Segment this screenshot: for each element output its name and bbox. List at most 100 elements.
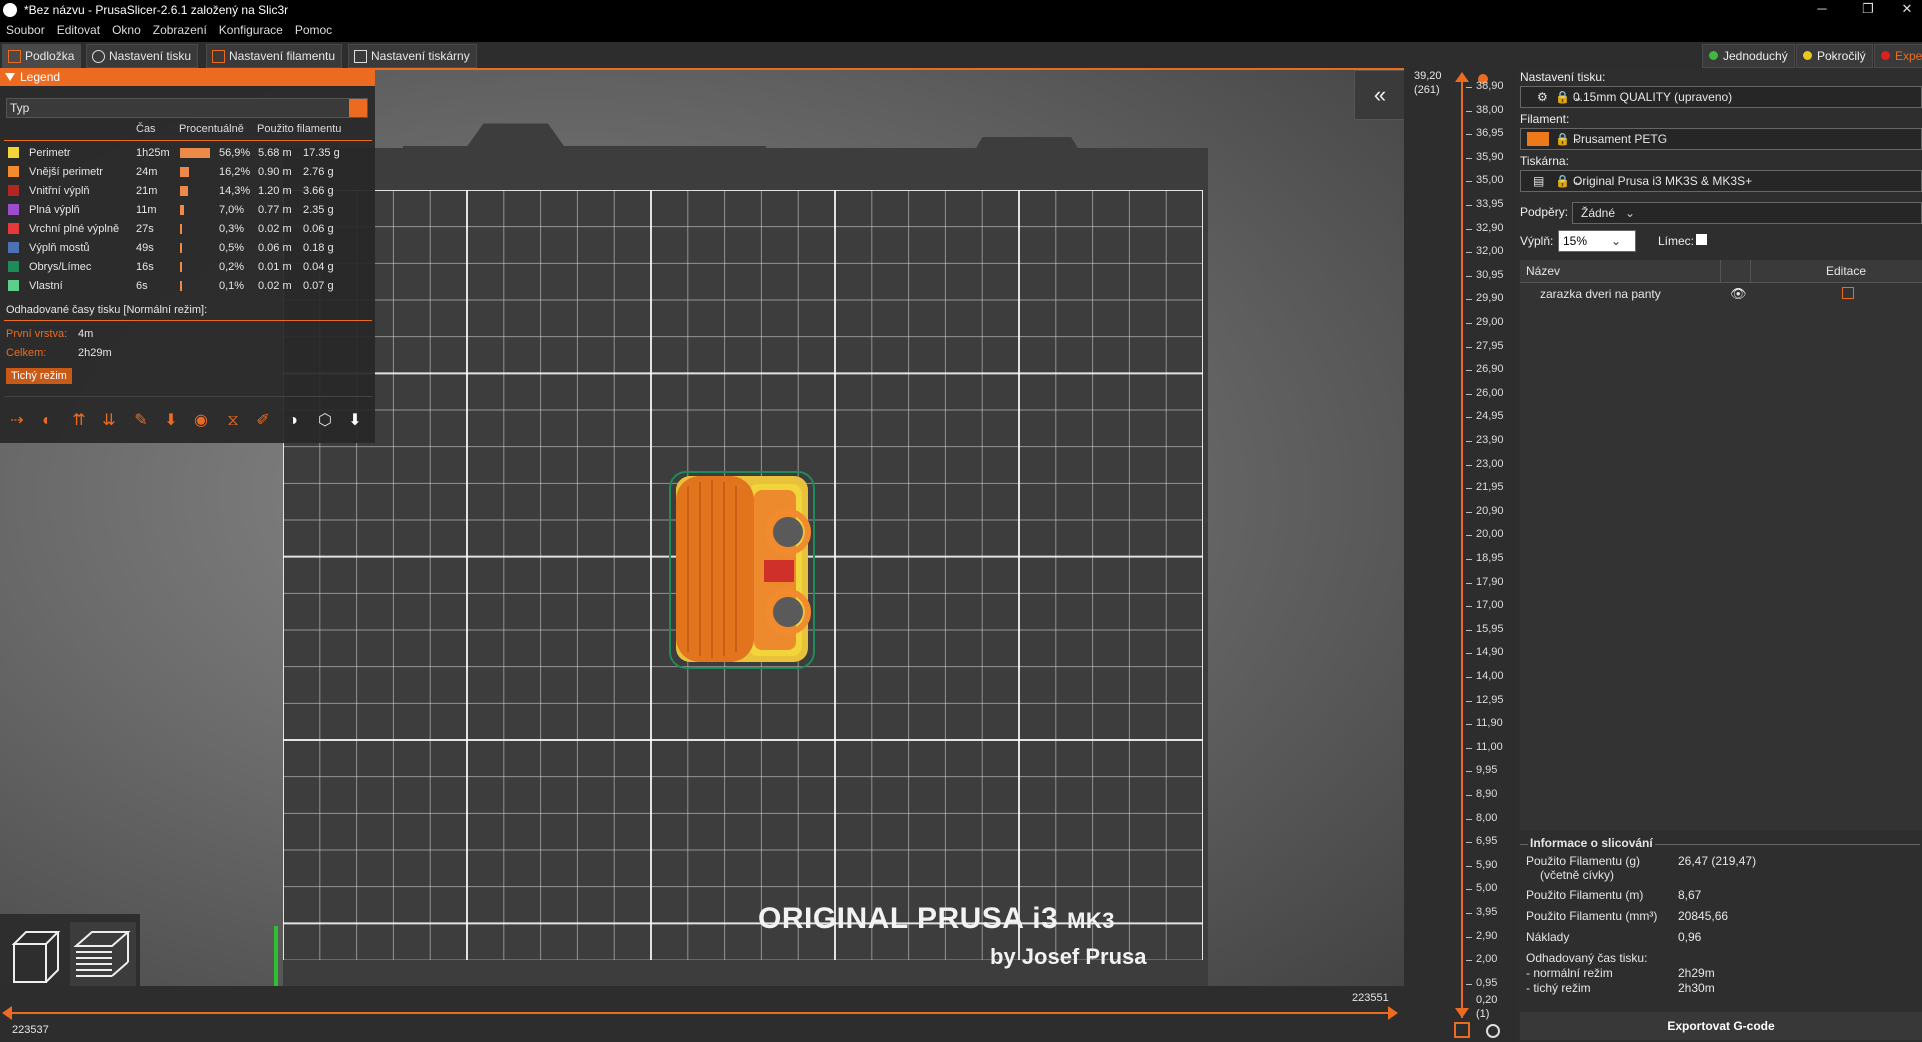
- chevron-down-icon: ⌄: [1611, 234, 1622, 248]
- legend-row-time: 6s: [136, 280, 148, 292]
- close-button[interactable]: ✕: [1892, 1, 1922, 19]
- layer-tick-label: 20,00: [1476, 528, 1504, 541]
- color-changes-icon[interactable]: ◉: [190, 410, 212, 432]
- info-value: 20845,66: [1678, 909, 1729, 923]
- wipe-icon[interactable]: ◐: [36, 410, 58, 432]
- color-swatch: [8, 166, 19, 177]
- lock-icon[interactable]: [1454, 1022, 1470, 1038]
- info-label: Odhadovaný čas tisku:: [1526, 951, 1648, 965]
- pause-prints-icon[interactable]: ⧖: [222, 410, 244, 432]
- layer-tick-label: 3,95: [1476, 906, 1498, 918]
- layer-tick: [1466, 134, 1472, 136]
- menu-help[interactable]: Pomoc: [289, 20, 338, 40]
- cog-icon[interactable]: [1486, 1024, 1500, 1038]
- layer-tick: [1466, 677, 1472, 678]
- legend-row[interactable]: Vnější perimetr 24m 16,2% 0.90 m 2.76 g: [0, 163, 375, 182]
- layer-tick-label: 17,00: [1476, 599, 1504, 612]
- center-of-gravity-icon[interactable]: ◑: [282, 410, 304, 432]
- lower-thumb[interactable]: [1455, 1008, 1469, 1018]
- preview-layers-icon[interactable]: [70, 922, 136, 986]
- tab-printer-settings[interactable]: Nastavení tiskárny: [348, 44, 477, 68]
- layer-tick-label: 38,90: [1476, 80, 1504, 92]
- list-item[interactable]: zarazka dveri na panty 👁: [1520, 284, 1922, 304]
- col-time: Čas: [136, 123, 156, 135]
- left-thumb[interactable]: [2, 1006, 12, 1020]
- tab-print-settings[interactable]: Nastavení tisku: [86, 44, 199, 68]
- layer-tick-label: 12,95: [1476, 693, 1504, 706]
- legend-row[interactable]: Vrchní plné výplně 27s 0,3% 0.02 m 0.06 g: [0, 220, 375, 239]
- export-gcode-button[interactable]: Exportovat G-code: [1520, 1012, 1922, 1040]
- retractions-icon[interactable]: ⇈: [68, 410, 90, 432]
- move-slider[interactable]: 223537 223551: [0, 986, 1404, 1042]
- sliced-object-toolpath[interactable]: [668, 470, 818, 670]
- first-layer-label: První vrstva:: [6, 328, 68, 340]
- view-switch-panel: [0, 914, 140, 990]
- tool-marker-icon[interactable]: ⬇: [344, 410, 366, 432]
- layer-slider-track[interactable]: [1461, 78, 1463, 1018]
- layer-tick: [1466, 960, 1472, 962]
- shells-icon[interactable]: ⬡: [314, 410, 336, 432]
- printer-label: Tiskárna:: [1520, 154, 1569, 168]
- eye-icon[interactable]: 👁: [1730, 286, 1747, 302]
- legend-row[interactable]: Plná výplň 11m 7,0% 0.77 m 2.35 g: [0, 201, 375, 220]
- legend-row[interactable]: Vlastní 6s 0,1% 0.02 m 0.07 g: [0, 277, 375, 296]
- upper-thumb[interactable]: [1455, 72, 1469, 82]
- printer-combo[interactable]: ▤ 🔒 Original Prusa i3 MK3S & MK3S+ ⌄: [1520, 170, 1922, 192]
- menu-window[interactable]: Okno: [106, 20, 147, 40]
- tab-filament-settings[interactable]: Nastavení filamentu: [206, 44, 343, 68]
- mode-advanced-button[interactable]: Pokročilý: [1796, 44, 1873, 68]
- brim-checkbox[interactable]: [1696, 234, 1707, 245]
- legend-row[interactable]: Obrys/Límec 16s 0,2% 0.01 m 0.04 g: [0, 258, 375, 277]
- layer-tick-label: 14,00: [1476, 670, 1504, 682]
- move-slider-track[interactable]: [8, 1012, 1396, 1014]
- edit-settings-icon[interactable]: [1842, 287, 1854, 299]
- info-value: 0,96: [1678, 930, 1702, 944]
- quiet-mode-button[interactable]: Tichý režim: [6, 368, 72, 384]
- view-type-select[interactable]: Typ: [6, 98, 368, 118]
- spool-icon: [212, 50, 225, 63]
- supports-combo[interactable]: Žádné ⌄: [1572, 202, 1922, 224]
- legend-row[interactable]: Perimetr 1h25m 56,9% 5.68 m 17.35 g: [0, 144, 375, 163]
- mode-simple-button[interactable]: Jednoduchý: [1702, 44, 1795, 68]
- menu-view[interactable]: Zobrazení: [147, 20, 213, 40]
- custom-gcode-icon[interactable]: ✐: [252, 410, 274, 432]
- infill-combo[interactable]: 15% ⌄: [1558, 230, 1636, 252]
- layer-slider[interactable]: 39,20 (261) 38,90 38,00 36,95 35,90 35,00 33,…: [1404, 68, 1518, 1042]
- deretractions-icon[interactable]: ⇊: [98, 410, 120, 432]
- legend-row-length: 5.68 m: [258, 147, 292, 159]
- legend-row-name: Perimetr: [29, 147, 71, 159]
- tool-changes-icon[interactable]: ⬇: [160, 410, 182, 432]
- seams-icon[interactable]: ✎: [130, 410, 152, 432]
- percent-bar: [180, 186, 188, 196]
- 3d-view-cube-icon[interactable]: [6, 926, 66, 986]
- right-thumb[interactable]: [1388, 1006, 1398, 1020]
- col-editing: Editace: [1826, 264, 1867, 278]
- filament-color-swatch[interactable]: [1527, 132, 1549, 146]
- layer-tick-label: 6,95: [1476, 835, 1498, 848]
- travel-icon[interactable]: ⇢: [6, 410, 28, 432]
- menu-file[interactable]: Soubor: [0, 20, 51, 40]
- maximize-button[interactable]: ❐: [1846, 1, 1890, 19]
- legend-row[interactable]: Vnitřní výplň 21m 14,3% 1.20 m 3.66 g: [0, 182, 375, 201]
- mode-expert-button[interactable]: Expe: [1874, 44, 1922, 68]
- tab-plater[interactable]: Podložka: [2, 44, 82, 68]
- layer-tick: [1466, 724, 1472, 726]
- legend-row-length: 0.06 m: [258, 242, 292, 254]
- layer-bottom-value: 0,20: [1476, 994, 1498, 1006]
- bed-brand-subtitle: by Josef Prusa: [990, 944, 1147, 969]
- layer-tick: [1466, 464, 1472, 466]
- legend-panel: Legend Typ Čas Procentuálně Použito fila…: [0, 68, 375, 443]
- layer-tick: [1466, 842, 1472, 844]
- menu-configuration[interactable]: Konfigurace: [213, 20, 289, 40]
- menu-edit[interactable]: Editovat: [51, 20, 106, 40]
- legend-row[interactable]: Výplň mostů 49s 0,5% 0.06 m 0.18 g: [0, 239, 375, 258]
- sidebar: Nastavení tisku: ⚙ 🔒 0.15mm QUALITY (upr…: [1518, 68, 1922, 1042]
- collapse-sidebar-button[interactable]: «: [1354, 70, 1406, 120]
- legend-header[interactable]: Legend: [0, 68, 375, 86]
- print-settings-combo[interactable]: ⚙ 🔒 0.15mm QUALITY (upraveno) ⌄: [1520, 86, 1922, 108]
- percent-bar: [180, 243, 182, 253]
- minimize-button[interactable]: ─: [1800, 1, 1844, 19]
- color-swatch: [8, 261, 19, 272]
- legend-row-length: 0.01 m: [258, 261, 292, 273]
- filament-combo[interactable]: 🔒 Prusament PETG ⌄: [1520, 128, 1922, 150]
